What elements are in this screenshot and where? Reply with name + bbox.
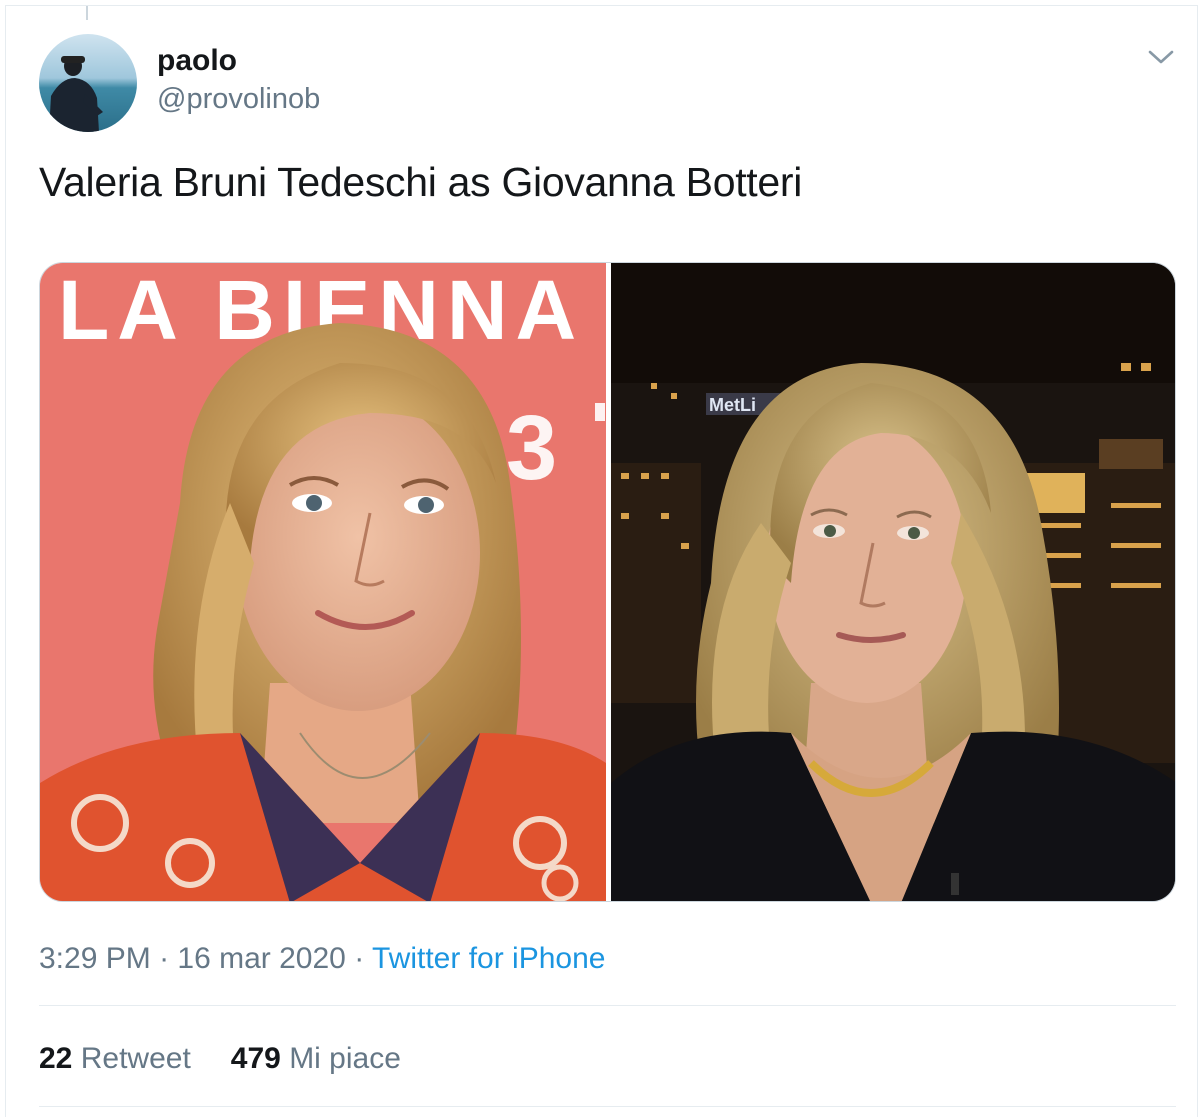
engagement-stats: 22 Retweet 479 Mi piace bbox=[39, 1042, 401, 1076]
divider bbox=[39, 1106, 1176, 1107]
avatar[interactable] bbox=[39, 34, 137, 132]
tweet-date[interactable]: 16 mar 2020 bbox=[177, 942, 345, 975]
thread-line bbox=[86, 6, 88, 20]
retweets-label: Retweet bbox=[80, 1042, 191, 1075]
retweets-stat[interactable]: 22 Retweet bbox=[39, 1042, 191, 1076]
photo-right[interactable]: MetLi bbox=[611, 263, 1175, 901]
author-handle[interactable]: @provolinob bbox=[157, 83, 320, 116]
likes-label: Mi piace bbox=[289, 1042, 401, 1075]
tweet-source-link[interactable]: Twitter for iPhone bbox=[372, 942, 605, 975]
sign-text: MetLi bbox=[709, 395, 756, 415]
retweets-count: 22 bbox=[39, 1042, 73, 1075]
divider bbox=[39, 1005, 1176, 1006]
media-grid[interactable]: LA BIENNA 3 MetLi bbox=[39, 262, 1176, 902]
tweet-card: paolo @provolinob Valeria Bruni Tedeschi… bbox=[5, 5, 1198, 1117]
tweet-text: Valeria Bruni Tedeschi as Giovanna Botte… bbox=[39, 159, 803, 205]
tweet-meta: 3:29 PM · 16 mar 2020 · Twitter for iPho… bbox=[39, 942, 605, 976]
meta-separator: · bbox=[354, 942, 365, 975]
author-name[interactable]: paolo bbox=[157, 44, 237, 78]
chevron-down-icon[interactable] bbox=[1147, 46, 1175, 68]
meta-separator: · bbox=[159, 942, 170, 975]
likes-count: 479 bbox=[230, 1042, 281, 1075]
tweet-time[interactable]: 3:29 PM bbox=[39, 942, 151, 975]
banner-number: 3 bbox=[506, 397, 557, 499]
photo-left[interactable]: LA BIENNA 3 bbox=[40, 263, 606, 901]
likes-stat[interactable]: 479 Mi piace bbox=[231, 1042, 401, 1076]
